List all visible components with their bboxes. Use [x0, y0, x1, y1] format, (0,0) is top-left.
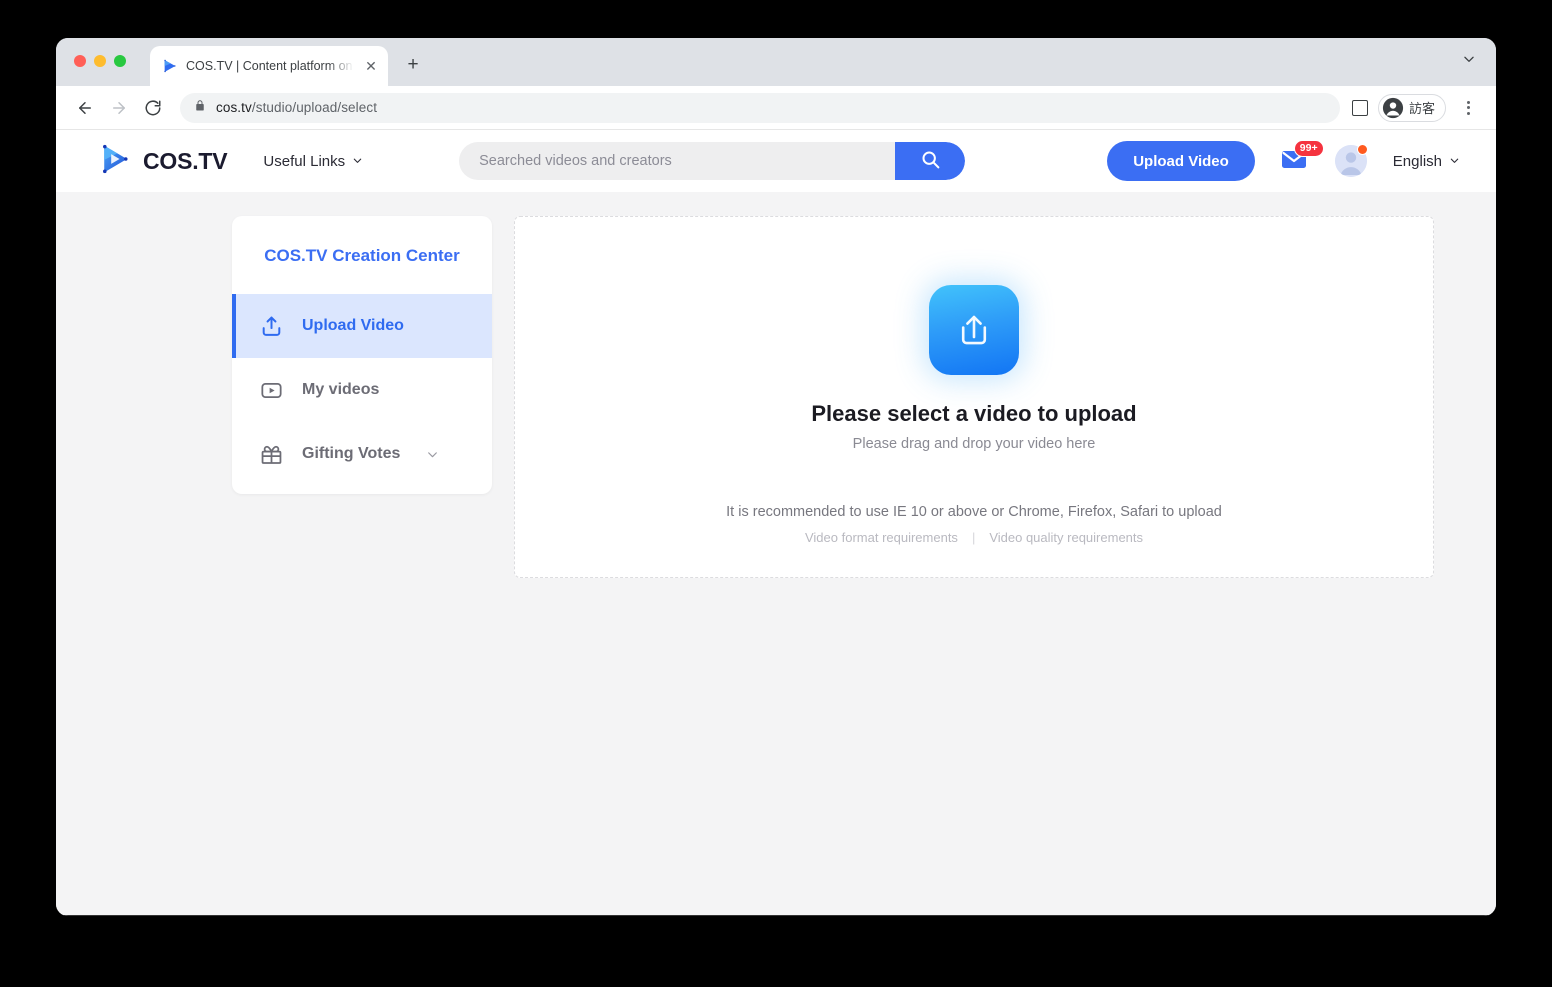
url-path: /studio/upload/select [251, 100, 378, 115]
chevron-down-icon [1449, 153, 1460, 170]
sidebar-item-upload-video[interactable]: Upload Video [232, 294, 492, 358]
chevron-down-icon [352, 153, 363, 170]
browser-window: COS.TV | Content platform on b ✕ + cos.t… [56, 38, 1496, 916]
reload-button[interactable] [138, 93, 168, 123]
useful-links-menu[interactable]: Useful Links [263, 153, 363, 170]
site-header: COS.TV Useful Links Upload Video [56, 130, 1496, 192]
search-input[interactable] [459, 142, 896, 180]
upload-video-button[interactable]: Upload Video [1107, 141, 1255, 181]
tab-title: COS.TV | Content platform on b [186, 59, 354, 73]
browser-toolbar: cos.tv/studio/upload/select 訪客 [56, 86, 1496, 130]
window-traffic-lights [74, 55, 126, 67]
tab-strip: COS.TV | Content platform on b ✕ + [56, 38, 1496, 86]
sidebar-item-label: Upload Video [302, 317, 404, 334]
brand-name: COS.TV [143, 147, 228, 174]
sidebar-item-label: My videos [302, 381, 380, 398]
new-tab-button[interactable]: + [400, 52, 426, 78]
upload-title: Please select a video to upload [811, 401, 1137, 426]
search-bar [459, 142, 966, 180]
page-viewport: COS.TV Useful Links Upload Video [56, 130, 1496, 915]
sidebar-item-label: Gifting Votes [302, 445, 401, 462]
upload-arrow-icon [258, 313, 284, 339]
side-panel-icon[interactable] [1351, 99, 1368, 116]
address-bar-text: cos.tv/studio/upload/select [216, 100, 377, 115]
browser-tab[interactable]: COS.TV | Content platform on b ✕ [150, 46, 388, 86]
creation-center-sidebar: COS.TV Creation Center Upload Video My v… [232, 216, 492, 494]
page-content: COS.TV Creation Center Upload Video My v… [56, 192, 1496, 578]
profile-label: 訪客 [1408, 101, 1435, 116]
site-logo[interactable]: COS.TV [98, 142, 228, 181]
close-icon[interactable]: ✕ [362, 57, 380, 75]
maximize-window-button[interactable] [114, 55, 126, 67]
upload-share-icon [929, 285, 1019, 375]
costv-play-icon [162, 58, 178, 74]
video-format-requirements-link[interactable]: Video format requirements [805, 530, 958, 545]
chevron-down-icon [426, 448, 439, 461]
site-footer: Contentos Explorer FAQ Privacy Policy Co… [56, 915, 1496, 916]
search-button[interactable] [895, 142, 966, 180]
sidebar-item-gifting-votes[interactable]: Gifting Votes [232, 422, 492, 486]
profile-chip[interactable]: 訪客 [1377, 93, 1446, 122]
message-count-badge: 99+ [1293, 140, 1324, 157]
language-selector[interactable]: English [1393, 153, 1460, 170]
useful-links-label: Useful Links [263, 152, 346, 170]
toolbar-right-actions: 訪客 [1351, 93, 1482, 122]
sidebar-title: COS.TV Creation Center [264, 246, 460, 265]
language-label: English [1392, 152, 1442, 170]
account-icon [1382, 97, 1404, 118]
back-button[interactable] [70, 93, 100, 123]
upload-dropzone[interactable]: Please select a video to upload Please d… [514, 216, 1434, 578]
forward-button[interactable] [104, 93, 134, 123]
upload-recommendation: It is recommended to use IE 10 or above … [726, 504, 1222, 520]
mail-icon [1281, 151, 1309, 174]
messages-button[interactable]: 99+ [1281, 140, 1324, 174]
close-window-button[interactable] [74, 55, 86, 67]
costv-logo-icon [98, 142, 132, 181]
gift-icon [258, 441, 284, 467]
upload-help-links: Video format requirements | Video qualit… [805, 530, 1143, 545]
browser-menu-icon[interactable] [1456, 96, 1480, 120]
lock-icon [194, 99, 206, 117]
chevron-down-icon[interactable] [1462, 52, 1476, 71]
user-avatar[interactable] [1334, 144, 1368, 177]
header-actions: Upload Video 99+ English [1107, 140, 1460, 181]
sidebar-item-my-videos[interactable]: My videos [232, 358, 492, 422]
upload-subtitle: Please drag and drop your video here [852, 436, 1096, 452]
video-play-box-icon [258, 377, 284, 403]
notification-dot [1356, 144, 1368, 155]
url-host: cos.tv [216, 100, 252, 115]
video-quality-requirements-link[interactable]: Video quality requirements [989, 530, 1143, 545]
address-bar[interactable]: cos.tv/studio/upload/select [180, 92, 1340, 123]
minimize-window-button[interactable] [94, 55, 106, 67]
link-separator: | [971, 530, 976, 545]
search-icon [920, 149, 941, 173]
